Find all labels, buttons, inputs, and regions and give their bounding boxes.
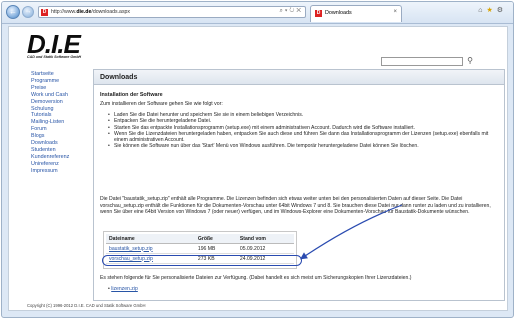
address-bar[interactable]: D http://www.die.de/downloads.aspx ⌕▾↻✕ bbox=[38, 6, 306, 18]
file-link-baustatik[interactable]: baustatik_setup.zip bbox=[106, 243, 195, 254]
annotation-arrow-icon bbox=[300, 204, 403, 260]
url-text: http://www.die.de/downloads.aspx bbox=[51, 9, 131, 15]
sidebar-item-impressum[interactable]: Impressum bbox=[31, 168, 91, 175]
web-page: D.I.E CAD und Statik Software GmbH ⚲ Sta… bbox=[8, 26, 508, 311]
sidebar-item-mailing-listen[interactable]: Mailing-Listen bbox=[31, 119, 91, 126]
highlight-ellipse bbox=[102, 255, 302, 266]
back-button[interactable]: ← bbox=[6, 5, 20, 19]
tab-favicon-icon: D bbox=[315, 10, 322, 17]
favorites-star-icon: ★ bbox=[486, 7, 497, 14]
sidebar-item-studenten[interactable]: Studenten bbox=[31, 147, 91, 154]
sidebar-item-startseite[interactable]: Startseite bbox=[31, 71, 91, 78]
column-header-date: Stand vom bbox=[236, 234, 294, 244]
installation-steps: Laden Sie die Datei herunter und speiche… bbox=[108, 112, 498, 150]
sidebar-item-work-und-cash[interactable]: Work und Cash bbox=[31, 92, 91, 99]
license-file-link[interactable]: lizenzen.zip bbox=[111, 286, 138, 292]
section-title: Installation der Software bbox=[100, 92, 163, 98]
list-item: Wenn Sie die Lizenzdateien heruntergelad… bbox=[108, 131, 498, 144]
sidebar-item-kundenreferenz[interactable]: Kundenreferenz bbox=[31, 154, 91, 161]
table-row: baustatik_setup.zip 196 MB 05.09.2012 bbox=[106, 243, 294, 254]
main-content: Downloads Installation der Software Zum … bbox=[93, 69, 505, 301]
gear-icon: ⚙ bbox=[496, 7, 507, 14]
file-date: 05.09.2012 bbox=[236, 243, 294, 254]
page-title: Downloads bbox=[94, 70, 504, 85]
column-header-filename: Dateiname bbox=[106, 234, 195, 244]
logo-subtitle: CAD und Statik Software GmbH bbox=[27, 55, 82, 59]
personalized-files-text: Es stehen folgende für Sie personalisier… bbox=[100, 275, 412, 281]
footer-copyright: Copyright (C) 1996-2012 D.I.E. CAD und S… bbox=[27, 303, 146, 308]
sidebar-item-schulung[interactable]: Schulung bbox=[31, 106, 91, 113]
license-list-item: • lizenzen.zip bbox=[108, 286, 138, 292]
forward-button[interactable]: → bbox=[22, 6, 34, 18]
logo-text: D.I.E bbox=[27, 29, 81, 59]
address-actions[interactable]: ⌕▾↻✕ bbox=[279, 8, 303, 15]
column-header-size: Größe bbox=[194, 234, 237, 244]
list-item: Sie können die Software nun über das 'St… bbox=[108, 143, 498, 150]
table-header-row: Dateiname Größe Stand vom bbox=[106, 234, 294, 244]
browser-toolbar: ← → D http://www.die.de/downloads.aspx ⌕… bbox=[2, 2, 513, 24]
sidebar-item-demoversion[interactable]: Demoversion bbox=[31, 99, 91, 106]
site-favicon-icon: D bbox=[41, 9, 48, 16]
sidebar-item-forum[interactable]: Forum bbox=[31, 126, 91, 133]
sidebar-item-preise[interactable]: Preise bbox=[31, 85, 91, 92]
intro-text: Zum installieren der Software gehen Sie … bbox=[100, 101, 223, 107]
browser-window: ← → D http://www.die.de/downloads.aspx ⌕… bbox=[1, 1, 514, 318]
search-icon[interactable]: ⚲ bbox=[467, 56, 473, 65]
sidebar-item-downloads[interactable]: Downloads bbox=[31, 140, 91, 147]
sidebar-item-tutorials[interactable]: Tutorials bbox=[31, 112, 91, 119]
sidebar-nav: Startseite Programme Preise Work und Cas… bbox=[31, 71, 91, 175]
sidebar-item-programme[interactable]: Programme bbox=[31, 78, 91, 85]
tab-close-icon[interactable]: × bbox=[393, 9, 397, 15]
site-logo[interactable]: D.I.E CAD und Statik Software GmbH bbox=[27, 29, 109, 60]
tab-title: Downloads bbox=[325, 10, 352, 16]
sidebar-item-blogs[interactable]: Blogs bbox=[31, 133, 91, 140]
sidebar-item-unireferenz[interactable]: Unireferenz bbox=[31, 161, 91, 168]
file-size: 196 MB bbox=[194, 243, 237, 254]
browser-actions[interactable]: ⌂★⚙ bbox=[478, 6, 507, 14]
tab-downloads[interactable]: D Downloads × bbox=[310, 5, 402, 22]
search-input[interactable] bbox=[381, 57, 463, 66]
site-header: D.I.E CAD und Statik Software GmbH ⚲ bbox=[9, 27, 507, 69]
